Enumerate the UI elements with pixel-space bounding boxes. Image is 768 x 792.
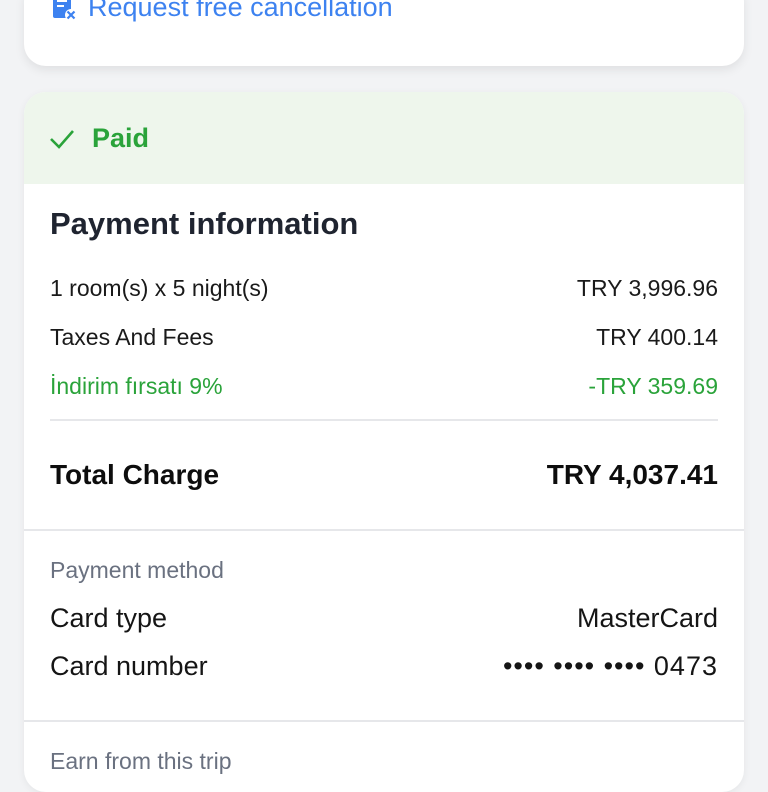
payment-information-section: Payment information 1 room(s) x 5 night(… (24, 206, 744, 529)
request-cancellation-label: Request free cancellation (88, 0, 393, 22)
request-cancellation-link[interactable]: Request free cancellation (52, 0, 393, 23)
price-line-discount: İndirim fırsatı 9% -TRY 359.69 (50, 362, 718, 411)
payment-information-title: Payment information (50, 206, 359, 241)
paid-status-header: Paid (24, 92, 744, 184)
card-type-row: Card type MasterCard (50, 594, 718, 642)
price-line-label: 1 room(s) x 5 night(s) (50, 275, 269, 301)
price-line-value: TRY 400.14 (596, 324, 718, 350)
card-number-label: Card number (50, 650, 208, 681)
price-line-value: TRY 3,996.96 (576, 275, 718, 301)
earn-title: Earn from this trip (50, 748, 232, 774)
paid-status-label: Paid (92, 122, 150, 153)
discount-value: -TRY 359.69 (588, 373, 718, 399)
card-number-row: Card number •••• •••• •••• 0473 (50, 642, 718, 690)
section-divider (24, 529, 744, 531)
payment-card: Paid Payment information 1 room(s) x 5 n… (24, 92, 744, 792)
price-line-room: 1 room(s) x 5 night(s) TRY 3,996.96 (50, 264, 718, 313)
discount-label: İndirim fırsatı 9% (50, 373, 223, 399)
card-type-label: Card type (50, 602, 168, 633)
payment-method-section: Payment method Card type MasterCard Card… (24, 557, 744, 720)
price-line-label: Taxes And Fees (50, 324, 214, 350)
earn-section: Earn from this trip (24, 748, 744, 775)
cancellation-card: Request free cancellation (24, 0, 744, 66)
cancel-document-icon (52, 0, 78, 22)
payment-method-title: Payment method (50, 557, 224, 583)
card-number-value: •••• •••• •••• 0473 (502, 650, 718, 681)
total-charge-value: TRY 4,037.41 (546, 459, 718, 490)
section-divider (24, 720, 744, 722)
price-line-taxes: Taxes And Fees TRY 400.14 (50, 313, 718, 362)
checkmark-icon (48, 124, 76, 152)
card-type-value: MasterCard (576, 602, 718, 633)
total-charge-label: Total Charge (50, 459, 220, 490)
total-charge-row: Total Charge TRY 4,037.41 (50, 421, 718, 529)
